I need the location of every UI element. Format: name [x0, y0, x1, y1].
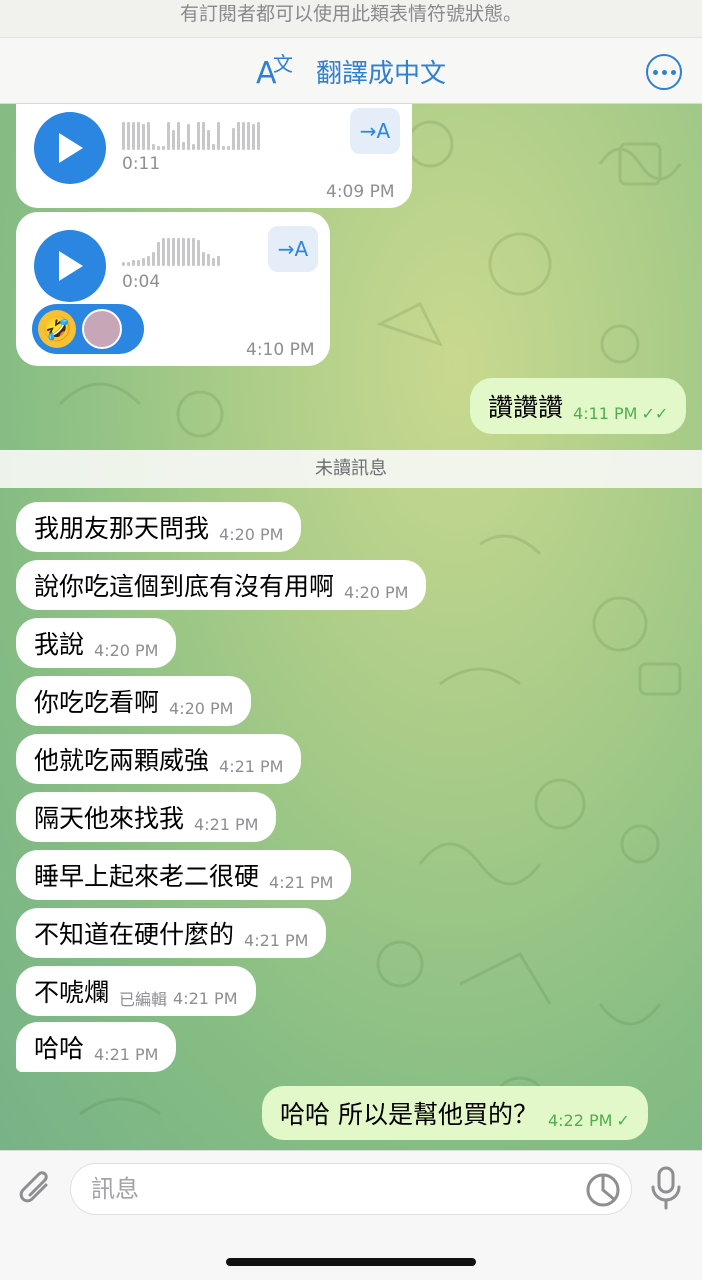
- play-button[interactable]: [34, 230, 106, 302]
- outgoing-message[interactable]: 哈哈 所以是幫他買的？ 4:22 PM ✓: [262, 1086, 648, 1140]
- incoming-message[interactable]: 睡早上起來老二很硬 4:21 PM: [16, 850, 352, 900]
- incoming-message[interactable]: 說你吃這個到底有沒有用啊 4:20 PM: [16, 560, 427, 610]
- incoming-message[interactable]: 你吃吃看啊 4:20 PM: [16, 676, 252, 726]
- translate-label[interactable]: 翻譯成中文: [316, 53, 446, 90]
- voice-duration: 0:11: [122, 154, 161, 174]
- emoji-status-banner: 有訂閱者都可以使用此類表情符號狀態。: [0, 0, 702, 38]
- svg-text:文: 文: [273, 52, 293, 76]
- incoming-message[interactable]: 我說 4:20 PM: [16, 618, 177, 668]
- message-text: 讚讚讚: [488, 393, 564, 422]
- message-text: 你吃吃看啊: [34, 688, 160, 717]
- message-text: 隔天他來找我: [34, 804, 185, 833]
- reactions[interactable]: 🤣: [32, 304, 144, 354]
- read-check-icon: ✓✓: [641, 403, 669, 423]
- voice-message[interactable]: 0:11 →A 4:09 PM: [16, 104, 412, 208]
- message-time: 4:10 PM: [246, 340, 315, 360]
- sent-check-icon: ✓: [616, 1110, 630, 1130]
- play-button[interactable]: [34, 112, 106, 184]
- incoming-message[interactable]: 不知道在硬什麼的 4:21 PM: [16, 908, 327, 958]
- message-time: 4:21 PM: [244, 930, 309, 950]
- voice-waveform[interactable]: [122, 236, 220, 266]
- reaction-emoji[interactable]: 🤣: [38, 310, 76, 348]
- attach-icon[interactable]: [16, 1167, 56, 1215]
- message-text: 睡早上起來老二很硬: [34, 862, 260, 891]
- incoming-message[interactable]: 他就吃兩顆威強 4:21 PM: [16, 734, 302, 784]
- microphone-icon[interactable]: [648, 1165, 684, 1215]
- unread-messages-divider: 未讀訊息: [0, 450, 702, 488]
- message-time: 4:20 PM: [344, 582, 409, 602]
- message-input-placeholder: 訊息: [91, 1175, 139, 1203]
- message-input[interactable]: 訊息: [70, 1163, 632, 1215]
- more-options-button[interactable]: [646, 54, 682, 90]
- message-text: 我朋友那天問我: [34, 514, 210, 543]
- voice-waveform[interactable]: [122, 120, 260, 150]
- translate-icon: A 文: [256, 49, 298, 93]
- play-icon: [59, 251, 83, 281]
- transcribe-icon: →A: [359, 119, 391, 143]
- message-time: 4:20 PM: [219, 524, 284, 544]
- message-text: 哈哈 所以是幫他買的？: [280, 1100, 538, 1129]
- incoming-message[interactable]: 哈哈 4:21 PM: [16, 1022, 177, 1072]
- message-time: 4:22 PM: [547, 1110, 613, 1130]
- message-time: 4:21 PM: [94, 1044, 159, 1064]
- home-indicator[interactable]: [226, 1258, 476, 1266]
- message-text: 我說: [34, 630, 85, 659]
- message-time: 4:09 PM: [326, 182, 395, 202]
- transcribe-button[interactable]: →A: [268, 226, 318, 272]
- edited-label: 已編輯: [119, 990, 168, 1009]
- message-text: 哈哈: [34, 1034, 85, 1063]
- message-text: 不知道在硬什麼的: [34, 920, 235, 949]
- play-icon: [59, 133, 83, 163]
- reactor-avatar: [82, 309, 122, 349]
- message-text: 不唬爛: [34, 978, 110, 1007]
- message-text: 他就吃兩顆威強: [34, 746, 210, 775]
- voice-duration: 0:04: [122, 272, 161, 292]
- sticker-icon[interactable]: [584, 1171, 622, 1213]
- message-time: 4:21 PM: [194, 814, 259, 834]
- unread-label: 未讀訊息: [315, 458, 387, 479]
- transcribe-icon: →A: [277, 237, 309, 261]
- banner-text: 有訂閱者都可以使用此類表情符號狀態。: [179, 3, 522, 25]
- message-time: 4:21 PM: [173, 988, 238, 1008]
- voice-message[interactable]: 0:04 →A 🤣 4:10 PM: [16, 212, 330, 366]
- translate-bar[interactable]: A 文 翻譯成中文: [0, 38, 702, 104]
- message-time: 4:21 PM: [219, 756, 284, 776]
- message-text: 說你吃這個到底有沒有用啊: [34, 572, 335, 601]
- message-time: 4:21 PM: [269, 872, 334, 892]
- incoming-message[interactable]: 我朋友那天問我 4:20 PM: [16, 502, 302, 552]
- chat-area[interactable]: 0:11 →A 4:09 PM 0:04 →A 🤣 4:10 PM 讚讚讚 4:…: [0, 104, 702, 1150]
- transcribe-button[interactable]: →A: [350, 108, 400, 154]
- incoming-message[interactable]: 隔天他來找我 4:21 PM: [16, 792, 277, 842]
- message-time: 4:20 PM: [169, 698, 234, 718]
- outgoing-message[interactable]: 讚讚讚 4:11 PM ✓✓: [470, 378, 687, 434]
- message-time: 4:11 PM: [573, 403, 638, 423]
- message-time: 4:20 PM: [94, 640, 159, 660]
- incoming-message[interactable]: 不唬爛 已編輯 4:21 PM: [16, 966, 256, 1016]
